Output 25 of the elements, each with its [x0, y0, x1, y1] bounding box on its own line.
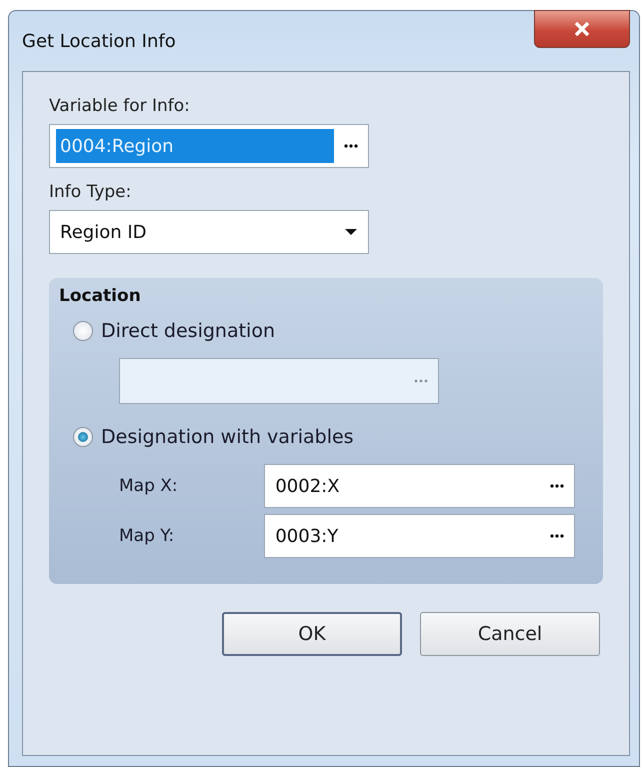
dialog-button[interactable]: Cancel — [420, 612, 600, 656]
field-value: 0004:Region — [56, 129, 334, 163]
radio-option[interactable]: Designation with variables — [73, 426, 575, 448]
group-title: Location — [59, 286, 142, 306]
close-icon — [573, 22, 591, 36]
ellipsis-icon[interactable] — [550, 484, 564, 488]
field-label: Map Y: — [119, 526, 176, 546]
radio-button[interactable] — [73, 321, 93, 341]
dropdown-arrow-icon — [344, 228, 358, 236]
field-value: 0002:X — [274, 474, 341, 498]
dropdown-value: Region ID — [59, 220, 148, 244]
window-title: Get Location Info — [22, 31, 176, 52]
field-label: Map X: — [119, 476, 179, 496]
field-value: 0003:Y — [274, 524, 340, 548]
close-button[interactable] — [534, 10, 630, 48]
ellipsis-icon[interactable] — [550, 534, 564, 538]
radio-option[interactable]: Direct designation — [73, 320, 575, 342]
variable-field[interactable]: 0002:X — [264, 464, 575, 508]
field-label: Info Type: — [49, 182, 132, 202]
field-label: Variable for Info: — [49, 96, 191, 116]
variable-field[interactable]: 0003:Y — [264, 514, 575, 558]
ellipsis-icon[interactable] — [344, 144, 358, 148]
info-type-dropdown[interactable]: Region ID — [49, 210, 369, 254]
dialog-button[interactable]: OK — [222, 612, 402, 656]
radio-button[interactable] — [73, 427, 93, 447]
